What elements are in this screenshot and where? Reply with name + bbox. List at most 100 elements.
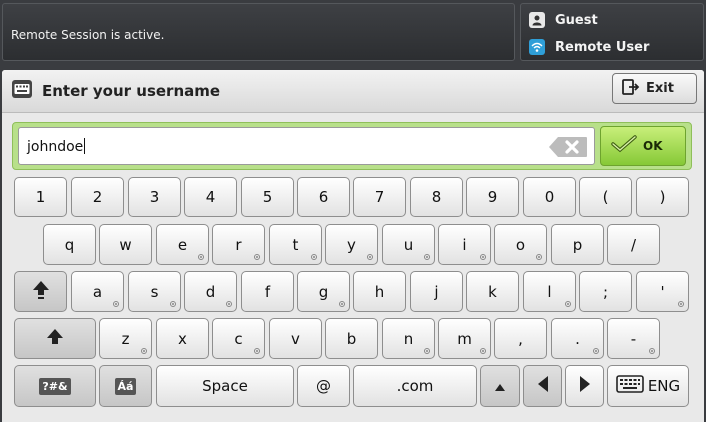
key-f[interactable]: f [241, 271, 294, 312]
key-t[interactable]: t [269, 224, 322, 265]
checkmark-icon [611, 135, 637, 157]
user-row-remote[interactable]: Remote User [529, 38, 649, 56]
cursor-left-button[interactable] [523, 365, 562, 407]
key-semicolon[interactable]: ; [579, 271, 632, 312]
key-h[interactable]: h [353, 271, 406, 312]
user-row-guest[interactable]: Guest [529, 11, 598, 29]
accent-dot [565, 301, 571, 307]
accents-key[interactable]: Áá [99, 365, 152, 407]
key-4[interactable]: 4 [184, 177, 237, 217]
accent-dot [536, 254, 542, 260]
key-r[interactable]: r [212, 224, 265, 265]
key-e[interactable]: e [156, 224, 209, 265]
keyboard-icon [11, 79, 33, 99]
language-key[interactable]: ENG [607, 365, 689, 407]
key-5[interactable]: 5 [241, 177, 294, 217]
key-q[interactable]: q [43, 224, 96, 265]
accent-dot [678, 301, 684, 307]
accent-dot [649, 348, 655, 354]
symbols-label: ?#& [39, 377, 71, 395]
key-y[interactable]: y [325, 224, 378, 265]
accent-dot [339, 301, 345, 307]
ok-label: OK [643, 139, 663, 153]
key-hyphen[interactable]: - [607, 318, 660, 359]
key-m[interactable]: m [438, 318, 491, 359]
accent-dot [480, 254, 486, 260]
key-d[interactable]: d [184, 271, 237, 312]
key-o[interactable]: o [494, 224, 547, 265]
key-p[interactable]: p [551, 224, 604, 265]
shift-key[interactable] [14, 318, 96, 359]
user-label-remote: Remote User [555, 39, 650, 55]
key-u[interactable]: u [382, 224, 435, 265]
user-icon [529, 12, 545, 28]
accent-dot [170, 301, 176, 307]
key-k[interactable]: k [466, 271, 519, 312]
key-j[interactable]: j [410, 271, 463, 312]
username-value: johndoe [27, 139, 84, 155]
key-b[interactable]: b [325, 318, 378, 359]
accent-dot [311, 254, 317, 260]
caps-lock-key[interactable] [14, 271, 67, 312]
key-comma[interactable]: , [494, 318, 547, 359]
accent-dot [198, 254, 204, 260]
arrow-left-icon [537, 376, 548, 396]
key-x[interactable]: x [156, 318, 209, 359]
key-7[interactable]: 7 [353, 177, 406, 217]
exit-button[interactable]: Exit [612, 73, 697, 104]
input-bar: johndoe OK [12, 122, 692, 170]
caps-lock-icon [32, 280, 50, 304]
accent-dot [141, 348, 147, 354]
accent-dot [480, 348, 486, 354]
status-bar: Remote Session is active. [2, 3, 515, 61]
ok-button[interactable]: OK [600, 126, 686, 166]
key-1[interactable]: 1 [14, 177, 67, 217]
dotcom-key[interactable]: .com [353, 365, 477, 407]
key-c[interactable]: c [212, 318, 265, 359]
key-apostrophe[interactable]: ' [636, 271, 689, 312]
key-close-paren[interactable]: ) [636, 177, 689, 217]
username-input[interactable]: johndoe [18, 127, 595, 165]
key-v[interactable]: v [269, 318, 322, 359]
panel-header: Enter your username Exit [2, 70, 704, 113]
key-g[interactable]: g [297, 271, 350, 312]
triangle-up-icon [495, 377, 505, 395]
key-n[interactable]: n [382, 318, 435, 359]
accent-dot [113, 301, 119, 307]
key-w[interactable]: w [99, 224, 152, 265]
key-s[interactable]: s [128, 271, 181, 312]
accent-dot [424, 254, 430, 260]
key-2[interactable]: 2 [71, 177, 124, 217]
key-z[interactable]: z [99, 318, 152, 359]
language-label: ENG [647, 377, 681, 395]
status-message: Remote Session is active. [11, 28, 165, 42]
accent-dot [254, 254, 260, 260]
key-8[interactable]: 8 [410, 177, 463, 217]
dotcom-options-button[interactable] [480, 365, 520, 407]
key-open-paren[interactable]: ( [579, 177, 632, 217]
accent-dot [593, 348, 599, 354]
symbols-key[interactable]: ?#& [14, 365, 96, 407]
cursor-right-button[interactable] [565, 365, 604, 407]
at-key[interactable]: @ [297, 365, 350, 407]
key-6[interactable]: 6 [297, 177, 350, 217]
backspace-icon[interactable] [548, 136, 588, 158]
page-title: Enter your username [42, 82, 221, 100]
key-a[interactable]: a [71, 271, 124, 312]
space-key[interactable]: Space [156, 365, 294, 407]
key-period[interactable]: . [551, 318, 604, 359]
user-status-panel[interactable]: Guest Remote User [520, 3, 704, 61]
key-i[interactable]: i [438, 224, 491, 265]
wifi-icon [529, 39, 545, 55]
accents-label: Áá [114, 377, 137, 395]
accent-dot [424, 348, 430, 354]
keyboard-panel: Enter your username Exit johndoe OK 1 2 … [2, 70, 704, 422]
key-3[interactable]: 3 [128, 177, 181, 217]
key-9[interactable]: 9 [466, 177, 519, 217]
key-l[interactable]: l [523, 271, 576, 312]
accent-dot [226, 301, 232, 307]
shift-icon [46, 328, 64, 350]
accent-dot [254, 348, 260, 354]
key-slash[interactable]: / [607, 224, 660, 265]
key-0[interactable]: 0 [523, 177, 576, 217]
